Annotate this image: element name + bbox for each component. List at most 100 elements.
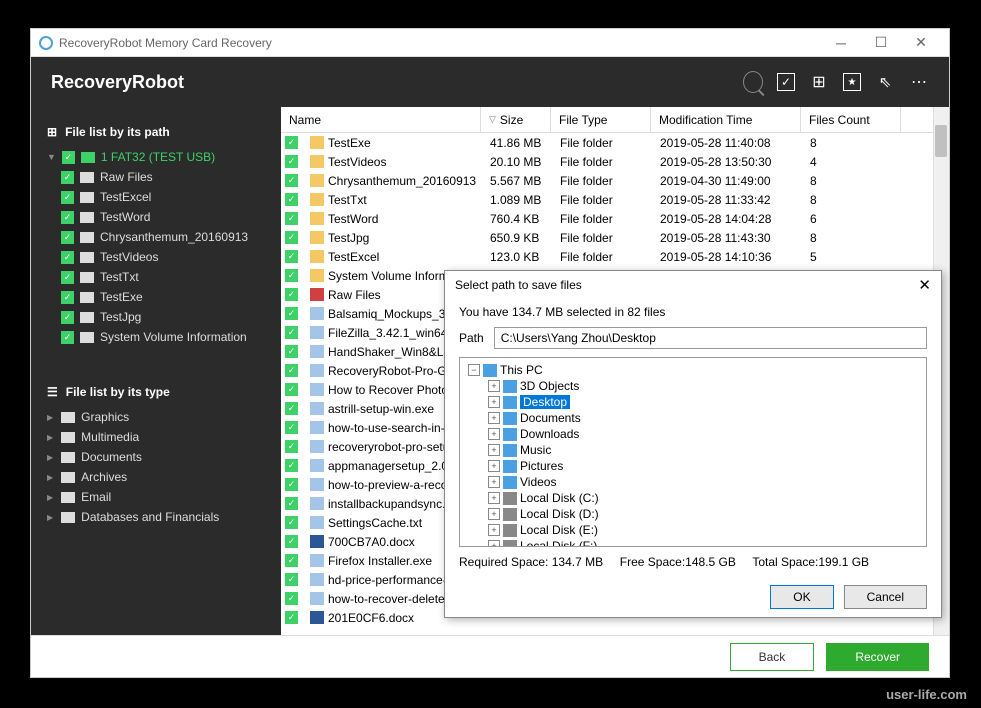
flag-icon[interactable]: ★ — [843, 73, 861, 91]
col-type[interactable]: File Type — [551, 107, 651, 132]
checkbox-icon[interactable]: ✓ — [285, 497, 298, 510]
sidebar-item[interactable]: ✓TestJpg — [31, 307, 281, 327]
checkbox-icon[interactable]: ✓ — [285, 212, 298, 225]
checkbox-icon[interactable]: ✓ — [285, 136, 298, 149]
expand-icon[interactable]: + — [488, 492, 500, 504]
tree-node[interactable]: + Local Disk (C:) — [464, 490, 922, 506]
checkbox-icon[interactable]: ✓ — [285, 364, 298, 377]
expand-icon[interactable]: + — [488, 428, 500, 440]
tree-node[interactable]: + Music — [464, 442, 922, 458]
checkbox-icon[interactable]: ✓ — [62, 151, 75, 164]
checkbox-icon[interactable]: ✓ — [285, 516, 298, 529]
tree-node[interactable]: + Desktop — [464, 394, 922, 410]
checkbox-icon[interactable]: ✓ — [285, 345, 298, 358]
checkbox-icon[interactable]: ✓ — [285, 174, 298, 187]
checkbox-icon[interactable]: ✓ — [61, 251, 74, 264]
category-item[interactable]: Documents — [31, 447, 281, 467]
expand-icon[interactable]: + — [488, 380, 500, 392]
search-icon[interactable] — [743, 72, 763, 92]
checkbox-icon[interactable]: ✓ — [285, 383, 298, 396]
sidebar-item[interactable]: ✓System Volume Information — [31, 327, 281, 347]
checkbox-icon[interactable]: ✓ — [61, 211, 74, 224]
expand-icon[interactable]: + — [488, 412, 500, 424]
minimize-button[interactable]: ─ — [821, 29, 861, 57]
tree-node-this-pc[interactable]: − This PC — [464, 362, 922, 378]
col-count[interactable]: Files Count — [801, 107, 901, 132]
expand-icon[interactable]: + — [488, 460, 500, 472]
checkbox-icon[interactable]: ✓ — [61, 171, 74, 184]
sidebar-item[interactable]: ✓TestVideos — [31, 247, 281, 267]
checkbox-icon[interactable]: ✓ — [285, 288, 298, 301]
checkbox-icon[interactable]: ✓ — [61, 291, 74, 304]
checkbox-icon[interactable]: ✓ — [285, 231, 298, 244]
sidebar-item[interactable]: ✓TestExe — [31, 287, 281, 307]
path-input[interactable] — [494, 327, 927, 349]
checkbox-icon[interactable]: ✓ — [61, 331, 74, 344]
table-row[interactable]: ✓ TestJpg 650.9 KB File folder 2019-05-2… — [281, 228, 949, 247]
more-icon[interactable]: ⋯ — [909, 72, 929, 92]
checkbox-icon[interactable]: ✓ — [285, 573, 298, 586]
checkbox-icon[interactable]: ✓ — [285, 193, 298, 206]
category-item[interactable]: Email — [31, 487, 281, 507]
ok-button[interactable]: OK — [770, 585, 833, 609]
sidebar-item[interactable]: ✓TestTxt — [31, 267, 281, 287]
col-size[interactable]: ▽Size — [481, 107, 551, 132]
checkbox-icon[interactable]: ✓ — [285, 554, 298, 567]
table-row[interactable]: ✓ TestExcel 123.0 KB File folder 2019-05… — [281, 247, 949, 266]
close-button[interactable]: ✕ — [901, 29, 941, 57]
table-row[interactable]: ✓ Chrysanthemum_20160913 5.567 MB File f… — [281, 171, 949, 190]
check-icon[interactable]: ✓ — [777, 73, 795, 91]
table-row[interactable]: ✓ TestWord 760.4 KB File folder 2019-05-… — [281, 209, 949, 228]
collapse-icon[interactable]: − — [468, 364, 480, 376]
checkbox-icon[interactable]: ✓ — [61, 231, 74, 244]
cancel-button[interactable]: Cancel — [844, 585, 927, 609]
checkbox-icon[interactable]: ✓ — [285, 592, 298, 605]
sidebar-item[interactable]: ✓Raw Files — [31, 167, 281, 187]
checkbox-icon[interactable]: ✓ — [61, 191, 74, 204]
checkbox-icon[interactable]: ✓ — [285, 440, 298, 453]
sidebar-item[interactable]: ✓TestWord — [31, 207, 281, 227]
category-item[interactable]: Databases and Financials — [31, 507, 281, 527]
expand-icon[interactable]: + — [488, 540, 500, 547]
category-item[interactable]: Graphics — [31, 407, 281, 427]
checkbox-icon[interactable]: ✓ — [285, 155, 298, 168]
table-row[interactable]: ✓ TestExe 41.86 MB File folder 2019-05-2… — [281, 133, 949, 152]
checkbox-icon[interactable]: ✓ — [285, 535, 298, 548]
table-row[interactable]: ✓ TestVideos 20.10 MB File folder 2019-0… — [281, 152, 949, 171]
expand-icon[interactable]: + — [488, 396, 500, 408]
checkbox-icon[interactable]: ✓ — [61, 311, 74, 324]
tree-node[interactable]: + Documents — [464, 410, 922, 426]
checkbox-icon[interactable]: ✓ — [285, 307, 298, 320]
col-mtime[interactable]: Modification Time — [651, 107, 801, 132]
tree-node[interactable]: + Local Disk (F:) — [464, 538, 922, 547]
checkbox-icon[interactable]: ✓ — [285, 269, 298, 282]
tree-node[interactable]: + Local Disk (E:) — [464, 522, 922, 538]
scroll-thumb[interactable] — [935, 125, 947, 157]
tree-node[interactable]: + Videos — [464, 474, 922, 490]
back-button[interactable]: Back — [730, 643, 815, 671]
dialog-close-icon[interactable]: ✕ — [918, 276, 931, 294]
grid-icon[interactable]: ⊞ — [809, 72, 829, 92]
col-name[interactable]: Name — [281, 107, 481, 132]
expand-icon[interactable]: + — [488, 508, 500, 520]
sidebar-item[interactable]: ✓Chrysanthemum_20160913 — [31, 227, 281, 247]
checkbox-icon[interactable]: ✓ — [285, 421, 298, 434]
sidebar-item[interactable]: ✓TestExcel — [31, 187, 281, 207]
checkbox-icon[interactable]: ✓ — [285, 326, 298, 339]
checkbox-icon[interactable]: ✓ — [285, 611, 298, 624]
tree-node[interactable]: + Downloads — [464, 426, 922, 442]
table-row[interactable]: ✓ TestTxt 1.089 MB File folder 2019-05-2… — [281, 190, 949, 209]
tree-node[interactable]: + Local Disk (D:) — [464, 506, 922, 522]
expand-icon[interactable]: + — [488, 524, 500, 536]
checkbox-icon[interactable]: ✓ — [285, 402, 298, 415]
maximize-button[interactable]: ☐ — [861, 29, 901, 57]
checkbox-icon[interactable]: ✓ — [285, 478, 298, 491]
category-item[interactable]: Archives — [31, 467, 281, 487]
recover-button[interactable]: Recover — [826, 643, 929, 671]
tree-node[interactable]: + 3D Objects — [464, 378, 922, 394]
expand-icon[interactable]: + — [488, 444, 500, 456]
category-item[interactable]: Multimedia — [31, 427, 281, 447]
expand-icon[interactable]: + — [488, 476, 500, 488]
magic-icon[interactable]: ⇖ — [875, 72, 895, 92]
folder-tree[interactable]: − This PC + 3D Objects + Desktop + Docum… — [459, 357, 927, 547]
